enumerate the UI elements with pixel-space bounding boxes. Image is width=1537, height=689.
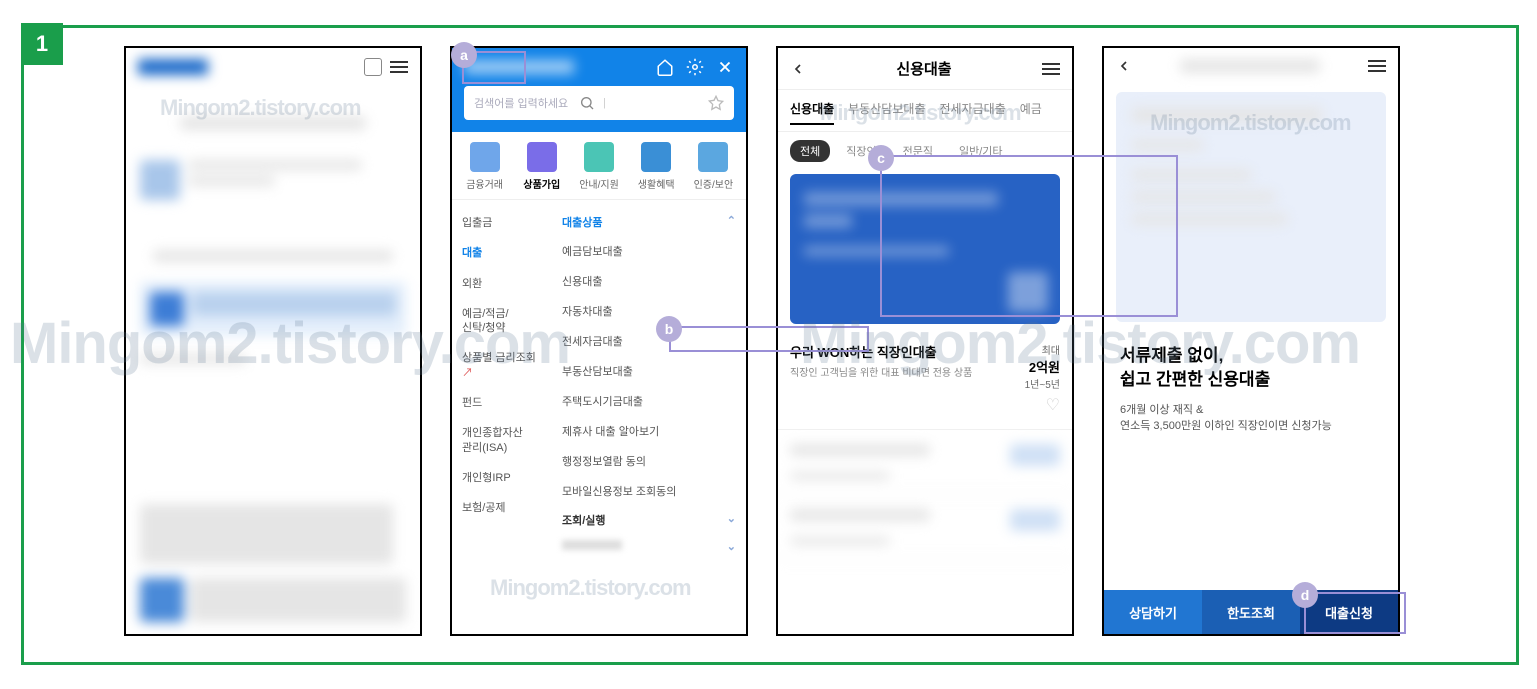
filter-all[interactable]: 전체 [790,140,830,162]
left-menu-isa[interactable]: 개인종합자산 관리(ISA) [452,418,552,463]
consult-button[interactable]: 상담하기 [1104,590,1202,634]
page-title-blurred [1180,59,1320,73]
loan-sub: 직장인 고객님을 위한 대표 비대면 전용 상품 [790,364,972,379]
annotation-badge-b: b [656,316,682,342]
left-menu-loan[interactable]: 대출 [452,238,552,268]
star-icon[interactable] [708,95,724,111]
eligibility-line2: 연소득 3,500만원 이하인 직장인이면 신청가능 [1120,418,1382,435]
submenu-credit-loan[interactable]: 신용대출 [552,266,746,296]
hamburger-menu-icon[interactable] [1368,60,1386,72]
submenu-credit-consent[interactable]: 모바일신용정보 조회동의 [552,476,746,506]
left-menu-insurance[interactable]: 보험/공제 [452,493,552,523]
submenu-loan-products[interactable]: 대출상품⌃ [552,208,746,236]
tab-mortgage[interactable]: 부동산담보대출 [848,100,925,125]
home-icon[interactable] [656,58,674,76]
loan-max: 2억원 [1029,360,1060,375]
tab-benefits[interactable]: 생활혜택 [632,142,681,191]
blurred-text [180,116,366,130]
annotation-box-b [669,326,869,352]
submenu-partner-loan[interactable]: 제휴사 대출 알아보기 [552,416,746,446]
bank-logo [138,59,208,75]
search-input[interactable]: 검색어를 입력하세요 | [464,86,734,120]
back-icon[interactable] [1116,58,1132,74]
loan-term: 1년~5년 [1025,376,1060,391]
headline-line2: 쉽고 간편한 신용대출 [1120,368,1382,392]
loan-product-item-blurred[interactable] [778,495,1072,560]
close-icon[interactable] [716,58,734,76]
search-icon[interactable] [579,95,595,111]
limit-check-button[interactable]: 한도조회 [1202,590,1300,634]
search-placeholder: 검색어를 입력하세요 [474,95,571,111]
left-menu-deposit[interactable]: 입출금 [452,208,552,238]
step-number-badge: 1 [21,23,63,65]
submenu-deposit-loan[interactable]: 예금담보대출 [552,236,746,266]
tab-products[interactable]: 상품가입 [517,142,566,191]
tab-support[interactable]: 안내/지원 [574,142,623,191]
page-title: 신용대출 [896,58,951,79]
left-menu-savings[interactable]: 예금/적금/ 신탁/청약 [452,299,552,344]
tab-icon[interactable] [364,58,382,76]
eligibility-line1: 6개월 이상 재직 & [1120,402,1382,419]
tab-credit-loan[interactable]: 신용대출 [790,100,834,125]
annotation-box-c [880,155,1178,317]
tab-finance[interactable]: 금융거래 [460,142,509,191]
phone-4-loan-detail: 서류제출 없이, 쉽고 간편한 신용대출 6개월 이상 재직 & 연소득 3,5… [1102,46,1400,636]
annotation-badge-d: d [1292,582,1318,608]
favorite-icon[interactable]: ♡ [790,395,1060,415]
tab-auth[interactable]: 인증/보안 [689,142,738,191]
left-menu-rates[interactable]: 상품별 금리조회 ↗ [452,343,552,388]
annotation-badge-a: a [451,42,477,68]
loan-max-label: 최대 [1025,342,1060,357]
submenu-admin-consent[interactable]: 행정정보열람 동의 [552,446,746,476]
gear-icon[interactable] [686,58,704,76]
left-menu-irp[interactable]: 개인형IRP [452,463,552,493]
submenu-inquiry[interactable]: 조회/실행⌄ [552,506,746,534]
loan-product-item-blurred[interactable] [778,430,1072,495]
submenu-more[interactable]: ⌄ [552,534,746,559]
headline-line1: 서류제출 없이, [1120,344,1382,368]
annotation-box-d [1304,592,1406,634]
hamburger-menu-icon[interactable] [1042,63,1060,75]
tab-jeonse[interactable]: 전세자금대출 [939,100,1005,125]
submenu-housing-fund[interactable]: 주택도시기금대출 [552,386,746,416]
annotation-badge-c: c [868,145,894,171]
phone-1-home [124,46,422,636]
submenu-mortgage[interactable]: 부동산담보대출 [552,356,746,386]
back-icon[interactable] [790,61,806,77]
left-menu-fx[interactable]: 외환 [452,269,552,299]
submenu-auto-loan[interactable]: 자동차대출 [552,296,746,326]
left-menu-fund[interactable]: 펀드 [452,388,552,418]
hamburger-menu-icon[interactable] [390,61,408,73]
tab-deposit[interactable]: 예금 [1020,100,1042,125]
